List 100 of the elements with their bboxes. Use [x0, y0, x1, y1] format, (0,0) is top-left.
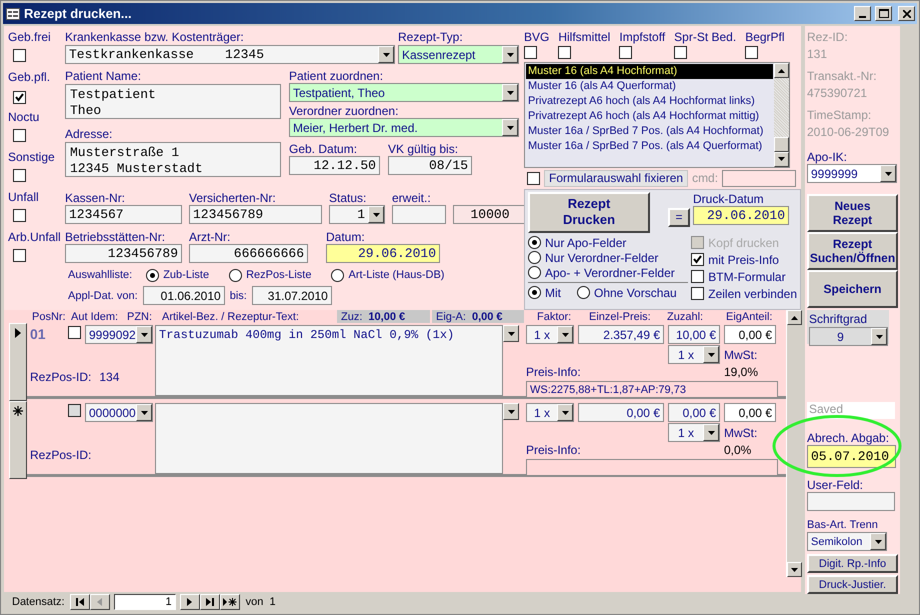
last-record-button[interactable]	[200, 594, 220, 610]
input-field[interactable]: 0,00 €	[724, 403, 776, 422]
next-record-button[interactable]	[180, 594, 200, 610]
minimize-button[interactable]	[854, 6, 871, 21]
radio-button[interactable]	[528, 236, 541, 250]
dropdown-button[interactable]	[557, 404, 573, 421]
action-button[interactable]: Druck-Justier.	[807, 575, 898, 594]
radio-button[interactable]	[229, 268, 242, 282]
list-item[interactable]: Privatrezept A6 hoch (als A4 Hochformat links)	[526, 94, 773, 109]
dropdown-button[interactable]	[871, 328, 887, 346]
checkbox[interactable]	[619, 46, 632, 59]
input-field[interactable]	[722, 170, 796, 187]
scroll-up-button[interactable]	[774, 63, 789, 78]
form-list[interactable]	[524, 62, 790, 168]
text-area[interactable]: Testpatient Theo	[65, 84, 281, 119]
list-item[interactable]: Muster 16a / SprBed 7 Pos. (als A4 Querformat)	[526, 139, 773, 154]
previous-record-button[interactable]	[90, 594, 110, 610]
checkbox[interactable]	[13, 249, 26, 262]
input-field[interactable]: 2.357,49 €	[578, 325, 664, 344]
input-field[interactable]: 0,00 €	[724, 325, 776, 344]
radio-button[interactable]	[577, 286, 590, 300]
action-button[interactable]: Rezept Suchen/Öffnen	[807, 232, 898, 270]
scrollbar[interactable]	[774, 63, 789, 167]
input-field[interactable]	[526, 459, 778, 476]
checkbox[interactable]	[691, 253, 704, 266]
radio-button[interactable]	[528, 286, 541, 300]
input-field[interactable]	[807, 492, 895, 512]
list-item[interactable]: Muster 16 (als A4 Hochformat)	[526, 64, 773, 79]
checkbox[interactable]	[13, 49, 26, 62]
combo-box[interactable]: Meier, Herbert Dr. med.	[289, 118, 519, 137]
checkbox[interactable]	[68, 326, 81, 338]
checkbox[interactable]	[558, 46, 572, 59]
dropdown-button[interactable]	[368, 206, 384, 223]
list-item[interactable]: Privatrezept A6 hoch (als A4 Hochformat mittig)	[526, 109, 773, 124]
radio-button[interactable]	[146, 268, 160, 282]
input-field[interactable]: 10,00 €	[668, 325, 720, 344]
combo-box[interactable]: 1 x	[526, 325, 574, 344]
text-area[interactable]: Trastuzumab 400mg in 250ml NaCl 0,9% (1x)	[155, 325, 503, 396]
dropdown-button[interactable]	[703, 346, 719, 363]
combo-box[interactable]: 9999999	[807, 164, 897, 184]
dropdown-button[interactable]	[503, 403, 519, 420]
input-field[interactable]: 01.06.2010	[142, 286, 225, 305]
dropdown-button[interactable]	[880, 165, 896, 182]
checkbox[interactable]	[745, 46, 758, 59]
combo-box[interactable]: 1 x	[526, 403, 574, 422]
input-field[interactable]: WS:2275,88+TL:1,87+AP:79,73	[526, 381, 778, 398]
checkbox[interactable]	[13, 129, 26, 142]
input-field[interactable]: 0,00 €	[578, 403, 664, 422]
input-field[interactable]: 123456789	[65, 244, 182, 263]
action-button[interactable]: Neues Rezept	[807, 194, 898, 232]
record-number-field[interactable]: 1	[114, 594, 176, 610]
dropdown-button[interactable]	[502, 46, 518, 63]
radio-button[interactable]	[528, 266, 541, 280]
list-item[interactable]: Muster 16a / SprBed 7 Pos. (als A4 Hochformat)	[526, 124, 773, 139]
scroll-thumb[interactable]	[774, 136, 789, 152]
input-field[interactable]: 10000	[453, 205, 527, 224]
checkbox[interactable]	[68, 404, 81, 416]
first-record-button[interactable]	[70, 594, 90, 610]
input-field[interactable]: 29.06.2010	[693, 206, 789, 225]
radio-button[interactable]	[528, 251, 541, 264]
maximize-button[interactable]	[875, 6, 892, 21]
close-button[interactable]	[898, 6, 915, 21]
input-field[interactable]: 1234567	[65, 205, 182, 224]
checkbox[interactable]	[13, 91, 26, 104]
combo-box[interactable]: Semikolon	[807, 532, 887, 552]
checkbox[interactable]	[674, 46, 688, 59]
input-field[interactable]: 666666666	[189, 244, 308, 263]
combo-box[interactable]: 0000000	[85, 403, 153, 422]
input-field[interactable]: 0,00 €	[668, 403, 720, 422]
dropdown-button[interactable]	[870, 533, 886, 550]
combo-box[interactable]: 1 x	[668, 423, 720, 442]
row-selector[interactable]	[9, 323, 27, 401]
print-button[interactable]: Rezept Drucken	[528, 192, 650, 233]
action-button[interactable]: Digit. Rp.-Info	[807, 554, 898, 574]
radio-button[interactable]	[331, 268, 344, 282]
combo-box[interactable]: 9	[809, 327, 888, 346]
dropdown-button[interactable]	[378, 46, 394, 63]
input-field[interactable]: 05.07.2010	[807, 444, 896, 468]
action-button[interactable]: Speichern	[807, 270, 898, 308]
scrollbar[interactable]	[786, 310, 801, 577]
combo-box[interactable]: Testpatient, Theo	[289, 83, 519, 102]
dropdown-button[interactable]	[557, 326, 573, 343]
input-field[interactable]: 12.12.50	[289, 156, 380, 175]
list-item[interactable]: Muster 16 (als A4 Querformat)	[526, 79, 773, 94]
combo-box[interactable]: Testkrankenkasse 12345	[65, 45, 395, 64]
input-field[interactable]: 31.07.2010	[252, 286, 332, 305]
input-field[interactable]: 123456789	[189, 205, 322, 224]
new-record-button[interactable]	[220, 594, 240, 610]
checkbox[interactable]	[527, 172, 540, 185]
checkbox[interactable]	[524, 46, 537, 59]
combo-box[interactable]: 1 x	[668, 345, 720, 364]
combo-box[interactable]: Kassenrezept	[398, 45, 519, 64]
scroll-down-button[interactable]	[787, 562, 802, 577]
checkbox[interactable]	[691, 270, 704, 284]
checkbox[interactable]	[13, 169, 26, 182]
input-field[interactable]	[392, 205, 446, 224]
checkbox[interactable]	[691, 287, 704, 300]
dropdown-button[interactable]	[136, 404, 152, 421]
today-button[interactable]: =	[668, 208, 690, 227]
dropdown-button[interactable]	[502, 84, 518, 101]
